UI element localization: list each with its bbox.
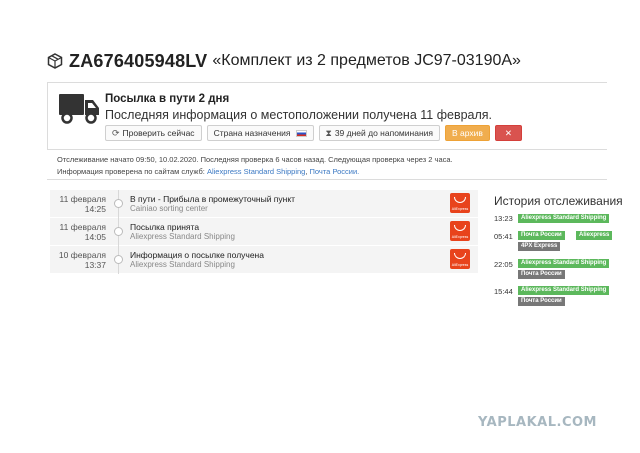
history-time: 22:05 — [494, 260, 513, 269]
history-tag: Aliexpress Standard Shipping — [518, 286, 610, 295]
timeline-dot — [114, 199, 123, 208]
timeline-dot — [114, 227, 123, 236]
logo-text: AliExpress — [451, 207, 469, 211]
services-prefix: Информация проверена по сайтам служб: — [57, 167, 205, 176]
status-title: Посылка в пути 2 дня — [105, 93, 230, 105]
history-time: 13:23 — [494, 214, 513, 223]
event-row: 10 февраля 13:37 Информация о посылке по… — [50, 246, 478, 274]
page-title: ZA676405948LV «Комплект из 2 предметов J… — [47, 50, 521, 72]
timeline-dot — [114, 255, 123, 264]
event-row: 11 февраля 14:05 Посылка принята Aliexpr… — [50, 218, 478, 246]
events-list: 11 февраля 14:25 В пути - Прибыла в пром… — [50, 190, 478, 274]
event-title: Посылка принята — [130, 222, 200, 232]
event-subtitle: Aliexpress Standard Shipping — [130, 260, 235, 269]
destination-country-button[interactable]: Страна назначения — [206, 125, 314, 141]
russia-flag-icon — [295, 129, 307, 137]
event-text: Посылка принята Aliexpress Standard Ship… — [130, 222, 235, 242]
event-time: 14:05 — [84, 232, 106, 242]
refresh-icon: ⟳ — [112, 127, 120, 138]
event-title: Информация о посылке получена — [130, 250, 264, 260]
reminder-button[interactable]: ⧗ 39 дней до напоминания — [318, 125, 440, 141]
event-date: 11 февраля 14:25 — [60, 194, 106, 214]
package-icon — [47, 53, 63, 69]
history-tag: Почта России — [518, 297, 565, 306]
delete-button[interactable]: ✕ — [494, 125, 523, 141]
truck-icon — [59, 94, 99, 124]
tracking-start-info: Отслеживание начато 09:50, 10.02.2020. П… — [57, 155, 453, 164]
logo-text: AliExpress — [451, 235, 469, 239]
tracking-info: Отслеживание начато 09:50, 10.02.2020. П… — [47, 150, 607, 180]
logo-text: AliExpress — [451, 263, 469, 267]
archive-label: В архив — [452, 128, 483, 138]
destination-label: Страна назначения — [213, 128, 291, 138]
event-date: 11 февраля 14:05 — [60, 222, 106, 242]
event-time: 14:25 — [84, 204, 106, 214]
history-tag: Aliexpress Standard Shipping — [518, 259, 610, 268]
tracking-code: ZA676405948LV — [69, 50, 208, 71]
close-icon: ✕ — [504, 127, 513, 138]
aliexpress-logo-icon: AliExpress — [450, 221, 470, 241]
aliexpress-logo-icon: AliExpress — [450, 193, 470, 213]
history-time: 05:41 — [494, 232, 513, 241]
service-link-aliexpress[interactable]: Aliexpress Standard Shipping — [207, 167, 305, 176]
event-time: 13:37 — [84, 260, 106, 270]
services-info: Информация проверена по сайтам служб: Al… — [57, 167, 360, 176]
tracking-history: История отслеживания 13:23 Aliexpress St… — [494, 194, 640, 314]
hourglass-icon: ⧗ — [325, 127, 332, 138]
archive-button[interactable]: В архив — [445, 125, 490, 141]
watermark: YAPLAKAL.COM — [478, 415, 597, 430]
event-row: 11 февраля 14:25 В пути - Прибыла в пром… — [50, 190, 478, 218]
item-name: «Комплект из 2 предметов JC97-03190A» — [212, 52, 521, 69]
reminder-label: 39 дней до напоминания — [334, 128, 433, 138]
service-link-russian-post[interactable]: Почта России. — [310, 167, 360, 176]
event-title: В пути - Прибыла в промежуточный пункт — [130, 194, 296, 204]
event-day: 11 февраля — [59, 222, 106, 232]
history-tag: 4PX Express — [518, 242, 561, 251]
status-card: Посылка в пути 2 дня Последняя информаци… — [47, 82, 607, 150]
history-tag: Почта России — [518, 270, 565, 279]
event-subtitle: Cainiao sorting center — [130, 204, 208, 213]
check-now-label: Проверить сейчас — [122, 128, 195, 138]
status-text: Последняя информация о местоположении по… — [105, 108, 493, 122]
event-day: 11 февраля — [59, 194, 106, 204]
event-day: 10 февраля — [58, 250, 106, 260]
event-text: Информация о посылке получена Aliexpress… — [130, 250, 264, 270]
event-date: 10 февраля 13:37 — [59, 250, 106, 270]
history-title: История отслеживания — [494, 194, 623, 208]
history-tag: Почта России — [518, 231, 565, 240]
aliexpress-logo-icon: AliExpress — [450, 249, 470, 269]
event-subtitle: Aliexpress Standard Shipping — [130, 232, 235, 241]
history-tag: Aliexpress Standard Shipping — [518, 214, 610, 223]
history-time: 15:44 — [494, 287, 513, 296]
check-now-button[interactable]: ⟳ Проверить сейчас — [105, 125, 202, 141]
event-text: В пути - Прибыла в промежуточный пункт C… — [130, 194, 295, 214]
history-tag: Aliexpress — [576, 231, 613, 240]
action-buttons: ⟳ Проверить сейчас Страна назначения ⧗ 3… — [105, 125, 523, 141]
